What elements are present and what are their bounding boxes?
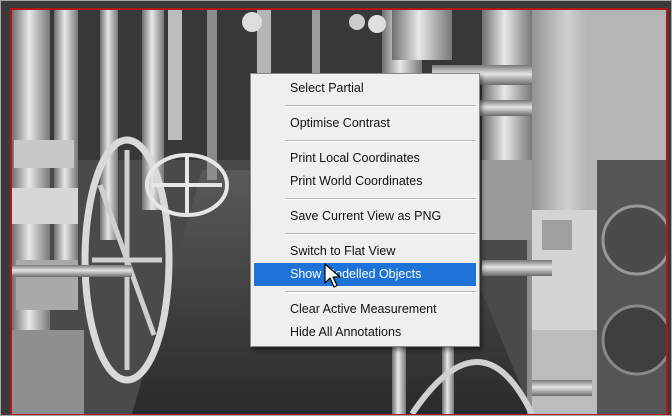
menu-separator	[285, 140, 476, 142]
menu-separator	[285, 233, 476, 235]
menu-separator	[285, 198, 476, 200]
menu-separator	[285, 291, 476, 293]
point-cloud-viewport[interactable]: Select Partial Optimise Contrast Print L…	[0, 0, 672, 416]
menu-item-hide-all-annotations[interactable]: Hide All Annotations	[254, 321, 476, 344]
menu-separator	[285, 105, 476, 107]
menu-item-optimise-contrast[interactable]: Optimise Contrast	[254, 112, 476, 135]
menu-item-print-local-coordinates[interactable]: Print Local Coordinates	[254, 147, 476, 170]
menu-item-print-world-coordinates[interactable]: Print World Coordinates	[254, 170, 476, 193]
menu-item-save-view-png[interactable]: Save Current View as PNG	[254, 205, 476, 228]
menu-item-clear-active-measurement[interactable]: Clear Active Measurement	[254, 298, 476, 321]
context-menu: Select Partial Optimise Contrast Print L…	[250, 73, 480, 347]
menu-item-select-partial[interactable]: Select Partial	[254, 77, 476, 100]
menu-item-switch-flat-view[interactable]: Switch to Flat View	[254, 240, 476, 263]
menu-item-show-modelled-objects[interactable]: Show Modelled Objects	[254, 263, 476, 286]
